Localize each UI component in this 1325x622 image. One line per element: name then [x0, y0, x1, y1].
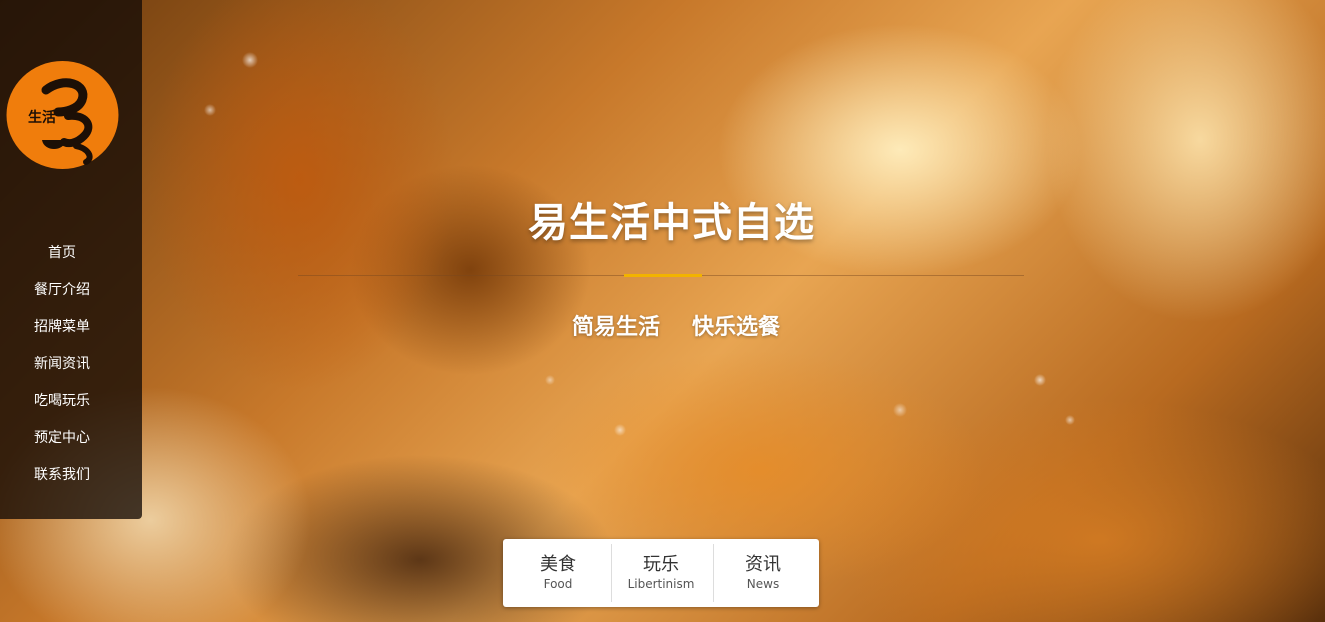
nav-item-signature-menu[interactable]: 招牌菜单 [0, 311, 124, 348]
hero-title: 易生活中式自选 [528, 200, 815, 246]
hero-tagline-left: 简易生活 [572, 315, 661, 340]
nav-item-restaurant-intro[interactable]: 餐厅介绍 [0, 274, 124, 311]
nav-item-food-fun[interactable]: 吃喝玩乐 [0, 385, 124, 422]
hero-divider-accent [624, 274, 702, 277]
hero-tagline-right: 快乐选餐 [692, 315, 781, 340]
tab-libertinism[interactable]: 玩乐 Libertinism [611, 544, 710, 602]
nav-item-reservation[interactable]: 预定中心 [0, 422, 124, 459]
tab-food[interactable]: 美食 Food [509, 544, 607, 602]
tab-libertinism-sublabel: Libertinism [627, 577, 695, 591]
brand-logo-icon[interactable]: 生活 [6, 60, 119, 170]
background-food-image [0, 0, 1325, 622]
tab-news-label: 资讯 [745, 554, 781, 575]
main-nav: 首页 餐厅介绍 招牌菜单 新闻资讯 吃喝玩乐 预定中心 联系我们 [0, 237, 124, 496]
tab-food-sublabel: Food [543, 577, 573, 591]
tab-news-sublabel: News [746, 577, 780, 591]
tab-libertinism-label: 玩乐 [643, 554, 679, 575]
nav-item-news[interactable]: 新闻资讯 [0, 348, 124, 385]
sidebar: 生活 首页 餐厅介绍 招牌菜单 新闻资讯 吃喝玩乐 预定中心 联系我们 [0, 0, 142, 519]
category-tabs: 美食 Food 玩乐 Libertinism 资讯 News [503, 539, 819, 607]
tab-news[interactable]: 资讯 News [713, 544, 812, 602]
nav-item-contact[interactable]: 联系我们 [0, 459, 124, 496]
tab-food-label: 美食 [540, 554, 576, 575]
page: 生活 首页 餐厅介绍 招牌菜单 新闻资讯 吃喝玩乐 预定中心 联系我们 易生活中… [0, 0, 1325, 622]
logo-text: 生活 [28, 109, 56, 126]
